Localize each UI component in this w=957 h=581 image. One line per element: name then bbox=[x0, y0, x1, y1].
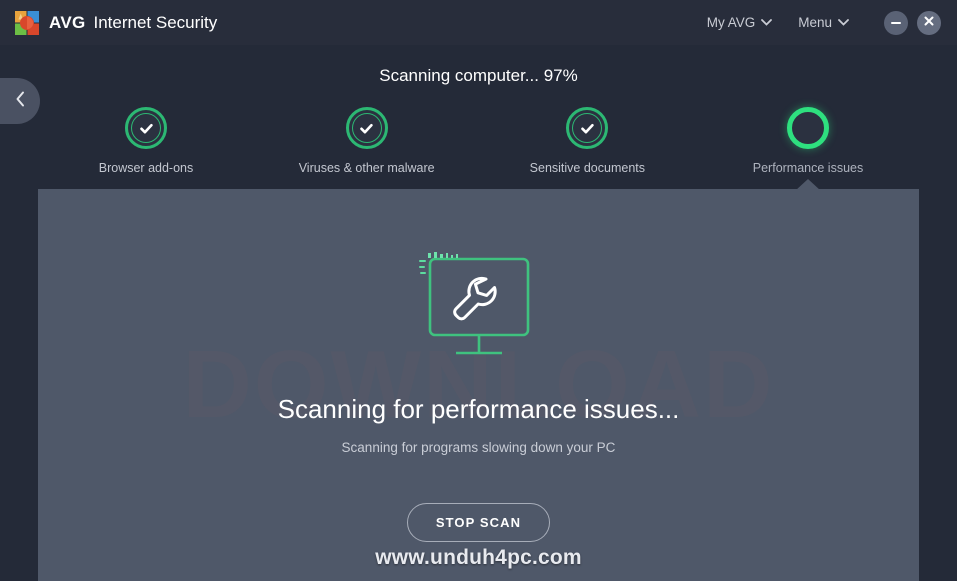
my-avg-label: My AVG bbox=[706, 15, 756, 30]
minimize-button[interactable] bbox=[884, 10, 908, 35]
chevron-down-icon bbox=[761, 19, 773, 26]
stop-scan-button[interactable]: STOP SCAN bbox=[406, 503, 551, 542]
title-bar-controls: My AVG Menu bbox=[707, 10, 941, 35]
step-node-done bbox=[566, 107, 609, 149]
monitor-wrench-icon bbox=[38, 251, 919, 369]
scan-status-text: Scanning computer... 97% bbox=[379, 66, 578, 85]
site-watermark: www.unduh4pc.com bbox=[375, 546, 582, 569]
scan-step-2: Viruses & other malware bbox=[257, 107, 477, 175]
title-bar: AVG Internet Security My AVG Menu bbox=[0, 0, 957, 45]
avg-internet-security-window: AVG Internet Security My AVG Menu Scanni… bbox=[0, 0, 957, 581]
check-icon bbox=[572, 113, 603, 143]
scan-stepper: Browser add-ons Viruses & other malware Se… bbox=[0, 107, 957, 236]
stop-scan-container: STOP SCAN bbox=[38, 503, 919, 542]
my-avg-menu[interactable]: My AVG bbox=[707, 15, 773, 30]
main-menu[interactable]: Menu bbox=[798, 15, 849, 30]
close-button[interactable] bbox=[917, 10, 941, 35]
panel-title: Scanning for performance issues... bbox=[277, 394, 680, 424]
brand-avg-label: AVG bbox=[49, 12, 86, 32]
step-label: Performance issues bbox=[752, 161, 864, 175]
menu-label: Menu bbox=[798, 15, 832, 30]
check-icon bbox=[131, 113, 161, 143]
scan-step-3: Sensitive documents bbox=[477, 107, 697, 175]
step-label: Browser add-ons bbox=[98, 161, 194, 175]
step-node-done bbox=[345, 107, 388, 149]
check-icon bbox=[351, 113, 382, 143]
chevron-down-icon bbox=[838, 19, 849, 26]
scan-content-panel: DOWNLOAD Scanning for performance issues… bbox=[38, 189, 919, 581]
product-title: Internet Security bbox=[93, 12, 218, 32]
step-label: Sensitive documents bbox=[529, 161, 645, 175]
panel-subtitle: Scanning for programs slowing down your … bbox=[341, 440, 616, 455]
step-node-active bbox=[787, 107, 829, 149]
minimize-icon bbox=[891, 21, 901, 24]
step-node-done bbox=[125, 107, 167, 149]
brand: AVG Internet Security bbox=[14, 10, 217, 36]
scan-step-4: Performance issues bbox=[698, 107, 918, 175]
avg-logo-icon bbox=[14, 10, 40, 36]
close-icon bbox=[923, 14, 935, 32]
scan-step-1: Browser add-ons bbox=[36, 107, 256, 175]
step-label: Viruses & other malware bbox=[298, 161, 435, 175]
